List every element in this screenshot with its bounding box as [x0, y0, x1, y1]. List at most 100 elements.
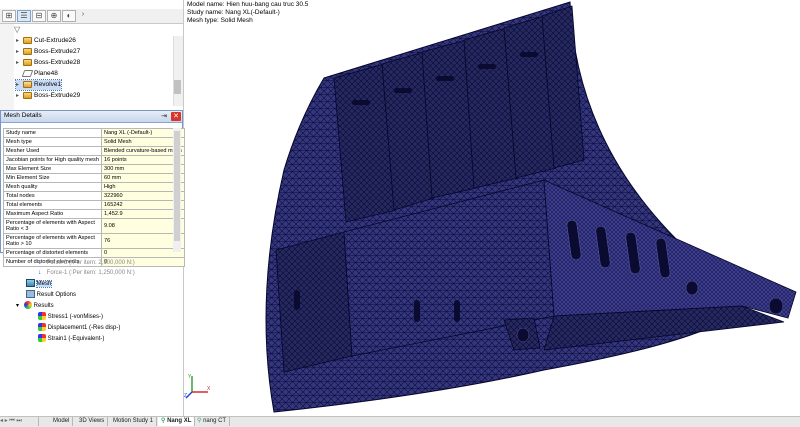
tab-3d-views[interactable]: 3D Views — [76, 417, 109, 426]
force-arrow-icon: ↓ — [38, 259, 42, 266]
left-panel: ⊞ ☰ ⊟ ⊕ ◐ › ▽ ▸ Cut-Extrude26 ▸ Boss-Extru… — [0, 0, 185, 416]
tab-nang-xl[interactable]: ⚲ Nang XL — [158, 417, 196, 426]
tree-item[interactable]: ▸ Boss-Extrude28 — [16, 58, 80, 68]
mesh-detail-value: 165242 — [100, 200, 185, 210]
dialog-title: Mesh Details — [4, 112, 42, 119]
revolve-icon — [23, 80, 32, 88]
plot-icon — [38, 312, 46, 321]
mesh-detail-key: Total elements — [3, 200, 102, 210]
force1-item[interactable]: ↓ Force-1 (:Per item: 1,250,000 N:) — [38, 268, 135, 278]
mesh-detail-row: Mesher Used Blended curvature-based mesh — [3, 146, 185, 156]
results-folder-icon — [24, 301, 32, 310]
svg-text:X: X — [207, 386, 211, 392]
mesh-detail-row: Total nodes 322960 — [3, 191, 185, 201]
pin-icon[interactable]: ⇥ — [159, 112, 169, 121]
mesh-detail-key: Mesher Used — [3, 146, 102, 156]
axis-triad-icon: Y X Z — [184, 374, 211, 399]
tab-feature-manager[interactable]: ⊞ — [2, 10, 16, 22]
mesh-detail-row: Study name Nang XL (-Default-) — [3, 128, 185, 138]
mesh-detail-row: Max Element Size 300 mm — [3, 164, 185, 174]
mesh-detail-key: Study name — [3, 128, 102, 138]
mesh-detail-row: Jacobian points for High quality mesh 16 … — [3, 155, 185, 165]
tab-scroll-arrows[interactable]: ◂ ▸ ⏮ ⏭ — [0, 417, 39, 426]
mesh-item[interactable]: Mesh — [26, 279, 53, 289]
mesh-detail-value: 16 points — [100, 155, 185, 165]
mesh-detail-row: Percentage of elements with Aspect Ratio… — [3, 218, 185, 234]
mesh-detail-value: Solid Mesh — [100, 137, 185, 147]
mesh-detail-value: 1,452.9 — [100, 209, 185, 219]
plot-icon — [38, 334, 46, 343]
result-options-item[interactable]: Result Options — [26, 290, 76, 300]
model-info: Model name: Hien huu-bang cau truc 30.5 … — [187, 1, 308, 25]
svg-text:Z: Z — [184, 393, 187, 399]
expand-arrow-icon[interactable]: › — [78, 10, 88, 22]
mesh-detail-row: Total elements 165242 — [3, 200, 185, 210]
tree-item[interactable]: ▸ Boss-Extrude27 — [16, 47, 80, 57]
study-tab-icon: ⚲ — [197, 418, 202, 424]
extrude-icon — [23, 36, 32, 44]
mesh-detail-row: Maximum Aspect Ratio 1,452.9 — [3, 209, 185, 219]
arm — [543, 179, 797, 319]
mesh-detail-row: Min Element Size 60 mm — [3, 173, 185, 183]
plane-icon — [21, 69, 34, 77]
mesh-detail-value: 322960 — [100, 191, 185, 201]
mesh-detail-key: Mesh quality — [3, 182, 102, 192]
results-item[interactable]: ▾ Results — [16, 301, 54, 311]
mesh-detail-key: Total nodes — [3, 191, 102, 201]
mesh-details-table: Study name Nang XL (-Default-) Mesh type So… — [3, 128, 185, 267]
mesh-detail-value: 60 mm — [100, 173, 185, 183]
model-name: Model name: Hien huu-bang cau truc 30.5 — [187, 1, 309, 8]
displacement-plot-item[interactable]: Displacement1 (-Res disp-) — [38, 323, 120, 333]
mesh-detail-key: Max Element Size — [3, 164, 102, 174]
tab-motion-study[interactable]: Motion Study 1 — [110, 417, 158, 426]
mesh-detail-row: Mesh type Solid Mesh — [3, 137, 185, 147]
mesh-icon — [26, 279, 35, 288]
lower-box — [275, 231, 353, 373]
mesh-detail-key: Jacobian points for High quality mesh — [3, 155, 102, 165]
mesh-detail-row: Percentage of distorted elements 0 — [3, 248, 185, 258]
mesh-details-dialog: Mesh Details ⇥ ✕ Study name Nang XL (-Def… — [0, 110, 185, 267]
tab-nang-ct[interactable]: ⚲ nang CT — [194, 417, 231, 426]
plot-icon — [38, 323, 46, 332]
dialog-scroll-thumb[interactable] — [174, 131, 180, 241]
dialog-titlebar[interactable]: Mesh Details ⇥ ✕ — [1, 111, 182, 123]
mesh-detail-row: Mesh quality High — [3, 182, 185, 192]
strain-plot-item[interactable]: Strain1 (-Equivalent-) — [38, 334, 104, 344]
tab-model[interactable]: Model — [50, 417, 74, 426]
tree-item[interactable]: ▸ Boss-Extrude29 — [16, 91, 80, 101]
mesh-detail-key: Min Element Size — [3, 173, 102, 183]
manager-tabs: ⊞ ☰ ⊟ ⊕ ◐ › — [0, 9, 183, 24]
mesh-detail-key: Percentage of elements with Aspect Ratio… — [3, 233, 102, 249]
mesh-type: Mesh type: Solid Mesh — [187, 17, 253, 24]
extrude-icon — [23, 91, 32, 99]
tree-scrollbar[interactable] — [173, 36, 183, 106]
tree-scroll-thumb[interactable] — [174, 80, 181, 94]
options-icon — [26, 290, 35, 299]
stress-plot-item[interactable]: Stress1 (-vonMises-) — [38, 312, 103, 322]
study-name: Study name: Nang XL(-Default-) — [187, 9, 280, 16]
mesh-detail-key: Mesh type — [3, 137, 102, 147]
tree-item-selected[interactable]: ▸ Revolve1 — [14, 79, 63, 91]
bottom-tab-bar: ◂ ▸ ⏮ ⏭ Model 3D Views Motion Study 1 ⚲ … — [0, 416, 800, 427]
extrude-icon — [23, 58, 32, 66]
mesh-detail-value: 9.08 — [100, 218, 185, 234]
mesh-detail-key: Percentage of distorted elements — [3, 248, 102, 258]
tab-config-manager[interactable]: ⊟ — [32, 10, 46, 22]
model-viewport[interactable] — [184, 0, 800, 416]
mesh-detail-value: Blended curvature-based mesh — [100, 146, 185, 156]
tab-dimxpert[interactable]: ⊕ — [47, 10, 61, 22]
filter-icon[interactable]: ▽ — [14, 25, 20, 34]
force3-item[interactable]: ↓ Force-3 (:Per item: 2,100,000 N:) — [38, 258, 135, 268]
mesh-detail-value: 76 — [100, 233, 185, 249]
mesh-detail-value: 0 — [100, 248, 185, 258]
mesh-detail-key: Maximum Aspect Ratio — [3, 209, 102, 219]
tree-item[interactable]: ▸ Cut-Extrude26 — [16, 36, 76, 46]
mesh-detail-key: Percentage of elements with Aspect Ratio… — [3, 218, 102, 234]
extrude-icon — [23, 47, 32, 55]
mesh-detail-row: Percentage of elements with Aspect Ratio… — [3, 233, 185, 249]
tab-property-manager[interactable]: ☰ — [17, 10, 31, 22]
tree-item[interactable]: Plane48 — [16, 69, 58, 79]
mesh-detail-value: High — [100, 182, 185, 192]
close-icon[interactable]: ✕ — [171, 112, 181, 121]
tab-display-manager[interactable]: ◐ — [62, 10, 76, 22]
